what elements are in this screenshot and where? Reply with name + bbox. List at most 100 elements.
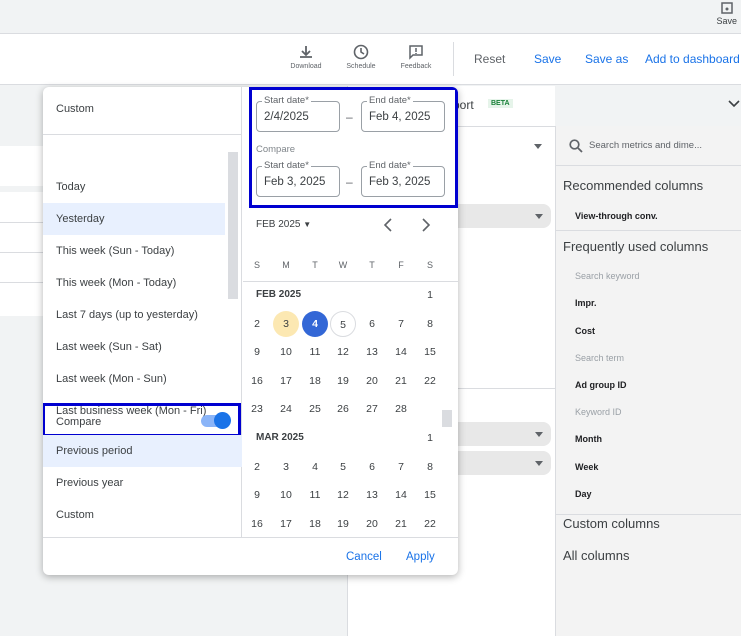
compare-option[interactable]: Previous year <box>43 467 242 499</box>
apply-button[interactable]: Apply <box>406 551 435 563</box>
calendar-day[interactable]: 2 <box>244 311 270 337</box>
calendar-day[interactable]: 17 <box>273 511 299 537</box>
calendar-day[interactable]: 5 <box>330 454 356 480</box>
calendar-day[interactable]: 20 <box>359 368 385 394</box>
preset-item[interactable]: This week (Mon - Today) <box>43 267 225 299</box>
preset-item[interactable]: Yesterday <box>43 203 225 235</box>
schedule-button[interactable]: Schedule <box>336 44 386 70</box>
calendar-day[interactable]: 19 <box>330 511 356 537</box>
calendar-day[interactable]: 5 <box>330 310 356 337</box>
calendar-day[interactable]: 1 <box>417 282 443 308</box>
preset-item[interactable]: This week (Sun - Today) <box>43 235 225 267</box>
calendar-day[interactable]: 16 <box>244 511 270 537</box>
calendar-day[interactable]: 13 <box>359 339 385 365</box>
calendar-day[interactable]: 12 <box>330 482 356 508</box>
end-date-input[interactable]: End date* Feb 4, 2025 <box>361 95 445 132</box>
calendar-day[interactable]: 12 <box>330 339 356 365</box>
search-input[interactable]: Search metrics and dime... <box>556 126 741 166</box>
all-columns-heading[interactable]: All columns <box>563 548 629 563</box>
calendar-day[interactable]: 14 <box>388 339 414 365</box>
dropdown-arrow-icon[interactable] <box>534 144 542 153</box>
calendar-day[interactable]: 16 <box>244 368 270 394</box>
columns-panel: Search metrics and dime... Recommended c… <box>555 126 741 636</box>
weekday-header: S <box>426 260 433 270</box>
calendar-day[interactable]: 3 <box>273 310 299 337</box>
compare-option[interactable]: Previous period <box>43 435 242 467</box>
column-item[interactable]: Ad group ID <box>575 380 627 390</box>
calendar-day[interactable]: 11 <box>302 339 328 365</box>
calendar-day[interactable]: 20 <box>359 511 385 537</box>
calendar-day[interactable]: 13 <box>359 482 385 508</box>
reset-button[interactable]: Reset <box>474 52 505 66</box>
scrollbar[interactable] <box>228 152 238 299</box>
custom-columns-heading[interactable]: Custom columns <box>563 516 660 531</box>
preset-item[interactable]: Last week (Mon - Sun) <box>43 363 225 395</box>
calendar-day[interactable]: 10 <box>273 482 299 508</box>
end-date-label: End date* <box>367 95 413 106</box>
calendar-day[interactable]: 27 <box>359 396 385 422</box>
feedback-button[interactable]: Feedback <box>391 44 441 70</box>
calendar-day[interactable]: 17 <box>273 368 299 394</box>
calendar-day[interactable]: 22 <box>417 368 443 394</box>
calendar-day[interactable]: 4 <box>302 454 328 480</box>
calendar-day[interactable]: 9 <box>244 339 270 365</box>
compare-start-date-input[interactable]: Start date* Feb 3, 2025 <box>256 160 340 197</box>
column-item[interactable]: Week <box>575 462 598 472</box>
calendar-day[interactable]: 3 <box>273 454 299 480</box>
compare-end-date-input[interactable]: End date* Feb 3, 2025 <box>361 160 445 197</box>
calendar-day[interactable]: 19 <box>330 368 356 394</box>
preset-item[interactable]: Today <box>43 171 225 203</box>
calendar-day[interactable]: 4 <box>302 310 328 337</box>
compare-toggle[interactable] <box>201 412 231 429</box>
calendar-day[interactable]: 26 <box>330 396 356 422</box>
download-button[interactable]: Download <box>281 44 331 70</box>
column-item[interactable]: Cost <box>575 326 595 336</box>
calendar-day[interactable]: 2 <box>244 454 270 480</box>
calendar-day[interactable]: 10 <box>273 339 299 365</box>
calendar-day[interactable]: 9 <box>244 482 270 508</box>
column-item[interactable]: Month <box>575 434 602 444</box>
calendar-day[interactable]: 14 <box>388 482 414 508</box>
calendar-day[interactable]: 15 <box>417 482 443 508</box>
calendar-day[interactable]: 18 <box>302 511 328 537</box>
calendar-day[interactable]: 24 <box>273 396 299 422</box>
chevron-down-icon[interactable] <box>728 100 740 108</box>
calendar-day[interactable]: 11 <box>302 482 328 508</box>
compare-option[interactable]: Custom <box>43 499 242 531</box>
calendar-day[interactable]: 6 <box>359 311 385 337</box>
calendar-scrollbar[interactable] <box>442 410 452 427</box>
column-item[interactable]: Impr. <box>575 298 597 308</box>
preset-custom[interactable]: Custom <box>43 93 242 125</box>
calendar-day[interactable]: 23 <box>244 396 270 422</box>
column-item: Search term <box>575 353 625 363</box>
column-item[interactable]: View-through conv. <box>575 211 658 221</box>
recommended-columns-heading[interactable]: Recommended columns <box>563 178 703 193</box>
start-date-input[interactable]: Start date* 2/4/2025 <box>256 95 340 132</box>
calendar-day[interactable]: 18 <box>302 368 328 394</box>
calendar-day[interactable]: 6 <box>359 454 385 480</box>
preset-item[interactable]: Last week (Sun - Sat) <box>43 331 225 363</box>
calendar-day[interactable]: 8 <box>417 311 443 337</box>
save-top-button[interactable]: Save <box>716 2 737 26</box>
chevron-left-icon[interactable] <box>383 218 393 232</box>
calendar-day[interactable]: 21 <box>388 368 414 394</box>
save-as-button[interactable]: Save as <box>585 52 628 66</box>
calendar-day[interactable]: 7 <box>388 311 414 337</box>
calendar-day[interactable]: 1 <box>417 425 443 451</box>
chevron-right-icon[interactable] <box>421 218 431 232</box>
cancel-button[interactable]: Cancel <box>346 551 382 563</box>
calendar-day[interactable]: 15 <box>417 339 443 365</box>
month-selector[interactable]: FEB 2025 ▼ <box>256 219 311 230</box>
calendar-day[interactable]: 8 <box>417 454 443 480</box>
frequent-columns-heading[interactable]: Frequently used columns <box>563 239 708 254</box>
calendar-day[interactable]: 21 <box>388 511 414 537</box>
calendar-day[interactable]: 28 <box>388 396 414 422</box>
save-button[interactable]: Save <box>534 52 561 66</box>
calendar-day[interactable]: 22 <box>417 511 443 537</box>
beta-badge: BETA <box>488 99 513 108</box>
calendar-day[interactable]: 25 <box>302 396 328 422</box>
add-to-dashboard-button[interactable]: Add to dashboard <box>645 52 740 66</box>
column-item[interactable]: Day <box>575 489 592 499</box>
preset-item[interactable]: Last 7 days (up to yesterday) <box>43 299 225 331</box>
calendar-day[interactable]: 7 <box>388 454 414 480</box>
